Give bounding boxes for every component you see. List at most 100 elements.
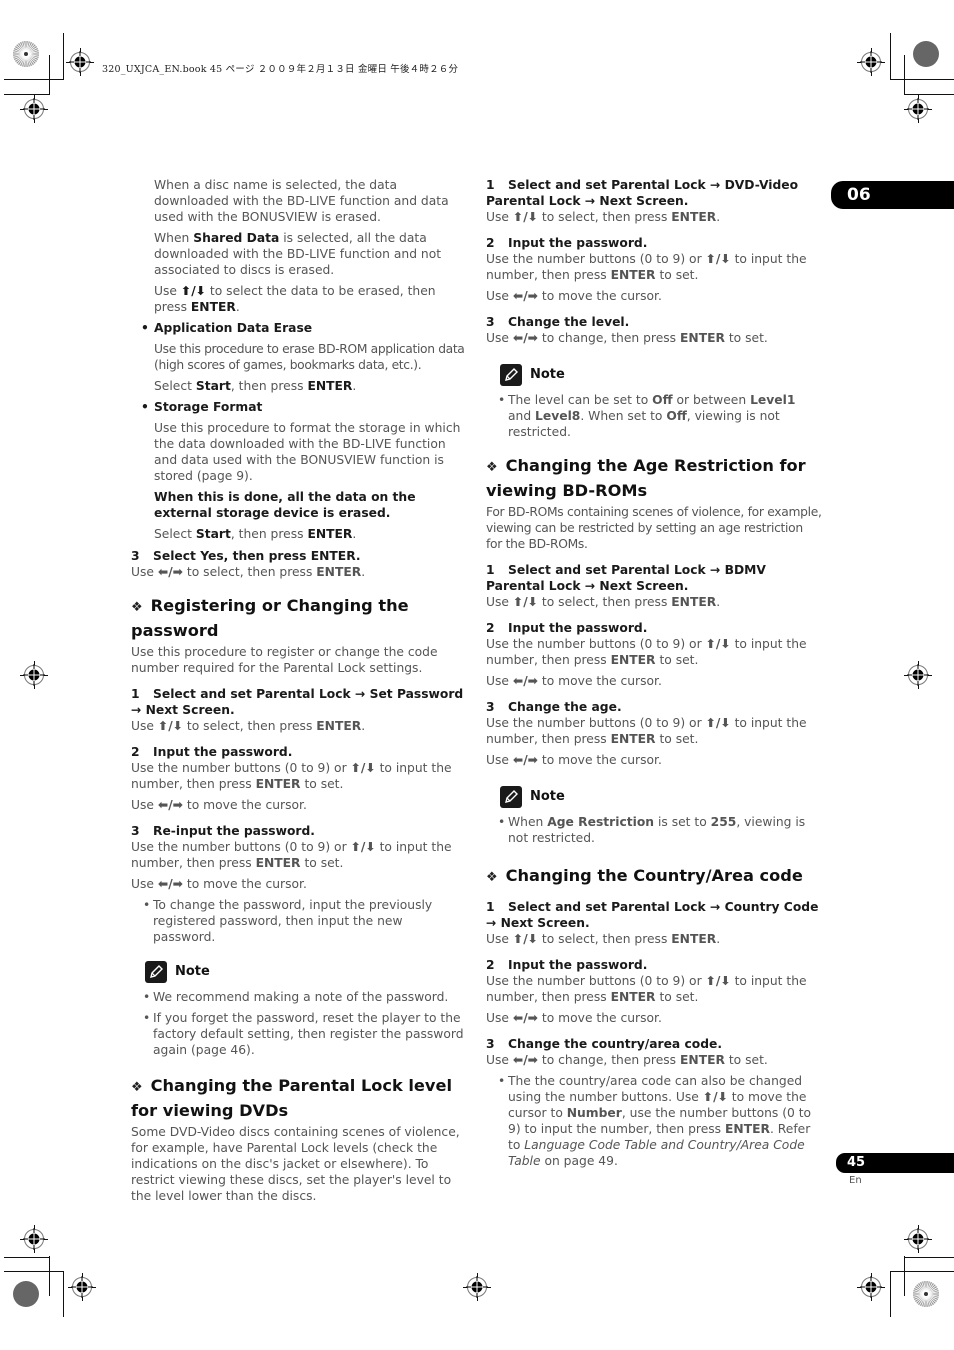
crop-line	[49, 1256, 50, 1296]
registration-mark-icon	[860, 1276, 882, 1298]
bold-text: Off	[652, 393, 673, 407]
bold-text: ⬅/➡	[157, 877, 183, 891]
text-segment: , then press	[230, 379, 308, 393]
text-segment: When a disc name is selected, the data d…	[154, 178, 449, 224]
step-number: 3	[486, 1037, 495, 1051]
text-segment: . When set to	[580, 409, 667, 423]
bold-text: ⬆/⬇	[702, 1090, 728, 1104]
section-heading-country: ❖ Changing the Country/Area code	[486, 864, 822, 889]
step-body: Use ⬅/➡ to move the cursor.	[131, 876, 467, 892]
registration-mark-icon	[466, 1276, 488, 1298]
bold-text: ENTER	[680, 331, 725, 345]
heading-text: Changing the Age Restriction for viewing…	[486, 456, 806, 500]
step-body: Use ⬆/⬇ to select, then press ENTER.	[486, 594, 822, 610]
page-number: 45	[836, 1153, 954, 1173]
bold-text: ⬅/➡	[157, 798, 183, 812]
text-segment: When	[154, 231, 194, 245]
pencil-note-icon	[500, 786, 522, 808]
bold-text: ⬅/➡	[512, 1053, 538, 1067]
text-segment: to set.	[655, 268, 699, 282]
registration-mark-icon	[23, 98, 45, 120]
text-segment: Use	[486, 674, 513, 688]
text-segment: to move the cursor.	[183, 877, 307, 891]
crop-line	[904, 94, 954, 95]
diamond-bullet-icon: ❖	[131, 1080, 143, 1095]
bold-text: ENTER	[610, 732, 656, 746]
text-segment: , then press	[230, 527, 308, 541]
text-segment: and	[508, 409, 536, 423]
text-segment: Use	[486, 753, 513, 767]
step-title: 2 Input the password.	[486, 235, 822, 251]
bold-text: ⬅/➡	[512, 753, 538, 767]
step-title-text: Input the password.	[508, 958, 648, 972]
bold-text: ENTER	[255, 777, 301, 791]
text-segment: to move the cursor.	[538, 1011, 662, 1025]
text-segment: or between	[672, 393, 751, 407]
note-item: When Age Restriction is set to 255, view…	[486, 814, 822, 846]
crop-line	[890, 1271, 954, 1272]
bold-text: ENTER	[671, 210, 717, 224]
text-segment: .	[716, 210, 721, 224]
step-title: 2 Input the password.	[131, 744, 467, 760]
note-label: Note	[530, 367, 565, 382]
step-bullet: To change the password, input the previo…	[131, 897, 467, 945]
bold-text: Age Restriction	[547, 815, 655, 829]
star-target-icon	[913, 1281, 939, 1307]
bold-text: Level1	[750, 393, 796, 407]
section-heading-age: ❖ Changing the Age Restriction for viewin…	[486, 454, 822, 502]
note-item: We recommend making a note of the passwo…	[131, 989, 467, 1005]
bold-text: ENTER	[671, 932, 717, 946]
text-segment: Use the number buttons (0 to 9) or	[131, 761, 351, 775]
step-title: 3 Change the country/area code.	[486, 1036, 822, 1052]
registration-mark-icon	[69, 51, 91, 73]
text-segment: to select, then press	[183, 719, 317, 733]
section-intro: Some DVD-Video discs containing scenes o…	[131, 1125, 460, 1203]
text-segment: Use	[486, 1011, 513, 1025]
text-segment: Use	[131, 798, 158, 812]
section-intro: Use this procedure to register or change…	[131, 645, 438, 675]
step-number: 1	[131, 687, 140, 701]
text-segment: to set.	[655, 990, 699, 1004]
text-segment: to select, then press	[538, 595, 672, 609]
bold-text: ⬅/➡	[512, 674, 538, 688]
step-title: 3 Change the level.	[486, 314, 822, 330]
text-segment: .	[361, 565, 366, 579]
step-body: Use ⬅/➡ to change, then press ENTER to s…	[486, 1052, 822, 1068]
bold-text: ⬆/⬇	[180, 284, 206, 298]
step-number: 2	[486, 236, 495, 250]
bold-text: Shared Data	[193, 231, 280, 245]
storage-format-select: Select Start, then press ENTER.	[154, 526, 467, 542]
diamond-bullet-icon: ❖	[486, 870, 498, 885]
intro-paragraph: When a disc name is selected, the data d…	[154, 177, 467, 225]
heading-text: Registering or Changing the password	[131, 596, 409, 640]
step-body: Use ⬅/➡ to move the cursor.	[486, 288, 822, 304]
step-body: Use ⬅/➡ to select, then press ENTER.	[131, 564, 467, 580]
section-heading-password: ❖ Registering or Changing the password	[131, 594, 467, 642]
step-title-text: Select and set Parental Lock → DVD-Video…	[486, 178, 799, 208]
bold-text: ENTER	[316, 719, 362, 733]
bold-text: ⬆/⬇	[350, 761, 376, 775]
crop-line	[904, 55, 905, 95]
bold-text: ⬆/⬇	[512, 595, 538, 609]
step-title: 3 Change the age.	[486, 699, 822, 715]
bold-text: ⬆/⬇	[512, 932, 538, 946]
step-title-text: Change the age.	[508, 700, 622, 714]
diamond-bullet-icon: ❖	[131, 600, 143, 615]
star-target-icon	[13, 41, 39, 67]
text-segment: Use the number buttons (0 to 9) or	[486, 974, 706, 988]
text-segment: Use	[131, 719, 158, 733]
text-segment: Use	[486, 595, 513, 609]
text-segment: Use the number buttons (0 to 9) or	[131, 840, 351, 854]
step-title-text: Select and set Parental Lock → Country C…	[486, 900, 819, 930]
bold-text: ⬅/➡	[512, 1011, 538, 1025]
print-file-info: 320_UXJCA_EN.book 45 ページ ２００９年２月１３日 金曜日 …	[102, 64, 459, 75]
step-body: Use the number buttons (0 to 9) or ⬆/⬇ t…	[486, 251, 822, 283]
bold-text: ⬆/⬇	[705, 974, 731, 988]
note-label: Note	[175, 964, 210, 979]
step-title-text: Re-input the password.	[153, 824, 315, 838]
note-header: Note	[500, 364, 822, 386]
crop-line	[890, 1271, 891, 1317]
password-steps: 1 Select and set Parental Lock → Set Pass…	[131, 686, 467, 945]
section-intro: For BD-ROMs containing scenes of violenc…	[486, 505, 822, 551]
bold-text: ⬆/⬇	[350, 840, 376, 854]
